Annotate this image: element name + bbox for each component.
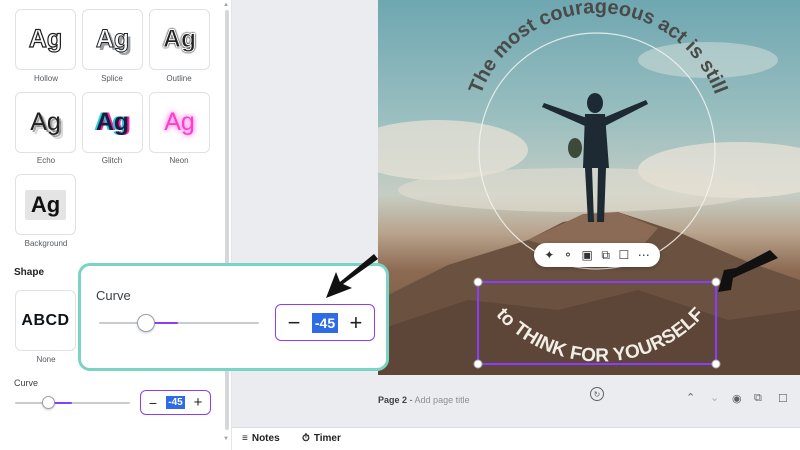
- effect-preview: Ag: [164, 108, 195, 136]
- curve-stepper[interactable]: − -45 +: [140, 390, 211, 415]
- page-2-label: Page 2: [378, 395, 408, 405]
- effect-glitch-tile[interactable]: Ag: [82, 92, 143, 153]
- text-effects-panel: Ag Hollow Ag Splice Ag Outline Ag Echo A…: [0, 0, 232, 450]
- chevron-up-icon[interactable]: ⌃: [686, 391, 695, 404]
- scroll-up-icon[interactable]: ▲: [223, 2, 229, 8]
- effect-preview: Ag: [28, 25, 63, 53]
- refresh-icon[interactable]: ↻: [590, 387, 604, 401]
- curve-label: Curve: [96, 288, 131, 303]
- plus-icon[interactable]: +: [347, 310, 365, 336]
- canvas-artwork: The most courageous act is still to THIN…: [378, 0, 800, 375]
- effect-splice-tile[interactable]: Ag: [82, 9, 143, 70]
- effect-preview: Ag: [24, 189, 67, 220]
- page-title-input[interactable]: Add page title: [415, 395, 470, 405]
- lock-icon[interactable]: ▣: [581, 248, 592, 262]
- shape-none-tile[interactable]: ABCD: [15, 290, 76, 351]
- minus-icon[interactable]: −: [147, 395, 159, 411]
- delete-page-icon[interactable]: ☐: [778, 392, 788, 405]
- trash-icon[interactable]: ☐: [618, 248, 629, 262]
- effect-label: Outline: [166, 74, 192, 83]
- notes-label: Notes: [251, 433, 280, 444]
- element-toolbar: ✦ ⚬ ▣ ⧉ ☐ ⋯: [534, 243, 660, 267]
- shape-preview: ABCD: [21, 311, 70, 329]
- timer-button[interactable]: ⏱ Timer: [302, 433, 341, 444]
- page-gap: ↻ Page 2 - Add page title ⌃ ⌄ ◉ ⧉ ☐: [238, 375, 800, 425]
- timer-label: Timer: [313, 433, 341, 444]
- shape-heading: Shape: [14, 267, 45, 278]
- duplicate-icon[interactable]: ⧉: [601, 248, 610, 263]
- bottom-bar: ≡ Notes ⏱ Timer: [232, 427, 800, 450]
- notes-icon: ≡: [242, 433, 248, 444]
- effect-preview: Ag: [95, 108, 130, 136]
- comment-icon[interactable]: ⚬: [563, 248, 573, 262]
- scroll-down-icon[interactable]: ▼: [223, 436, 229, 442]
- chevron-down-icon[interactable]: ⌄: [710, 391, 719, 404]
- slider-handle[interactable]: [42, 396, 55, 409]
- effect-preview: Ag: [162, 25, 197, 53]
- slider-handle[interactable]: [137, 314, 155, 332]
- curve-value[interactable]: -45: [311, 312, 339, 333]
- slider-track: [15, 402, 130, 404]
- effect-hollow-tile[interactable]: Ag: [15, 9, 76, 70]
- curve-label: Curve: [14, 378, 39, 388]
- effect-background-tile[interactable]: Ag: [15, 174, 76, 235]
- timer-icon: ⏱: [302, 433, 310, 444]
- page-2-header: Page 2 - Add page title: [378, 395, 470, 405]
- duplicate-page-icon[interactable]: ⧉: [754, 392, 762, 405]
- magic-icon[interactable]: ✦: [544, 248, 554, 262]
- effect-preview: Ag: [30, 108, 61, 136]
- slider-track: [99, 322, 259, 324]
- plus-icon[interactable]: +: [192, 394, 204, 411]
- effect-preview: Ag: [95, 25, 130, 53]
- effect-echo-tile[interactable]: Ag: [15, 92, 76, 153]
- pointer-arrow: [326, 254, 378, 298]
- minus-icon[interactable]: −: [285, 310, 303, 336]
- notes-button[interactable]: ≡ Notes: [242, 433, 280, 444]
- arc-text-top[interactable]: The most courageous act is still: [465, 0, 731, 97]
- effect-outline-tile[interactable]: Ag: [149, 9, 210, 70]
- shape-label: None: [36, 355, 56, 364]
- curve-value[interactable]: -45: [166, 396, 185, 409]
- more-icon[interactable]: ⋯: [638, 248, 650, 262]
- page-2-separator: -: [407, 395, 415, 405]
- effect-label: Neon: [169, 156, 189, 165]
- effect-label: Background: [24, 239, 68, 248]
- effect-neon-tile[interactable]: Ag: [149, 92, 210, 153]
- hide-page-icon[interactable]: ◉: [732, 392, 742, 405]
- design-canvas[interactable]: The most courageous act is still to THIN…: [378, 0, 800, 375]
